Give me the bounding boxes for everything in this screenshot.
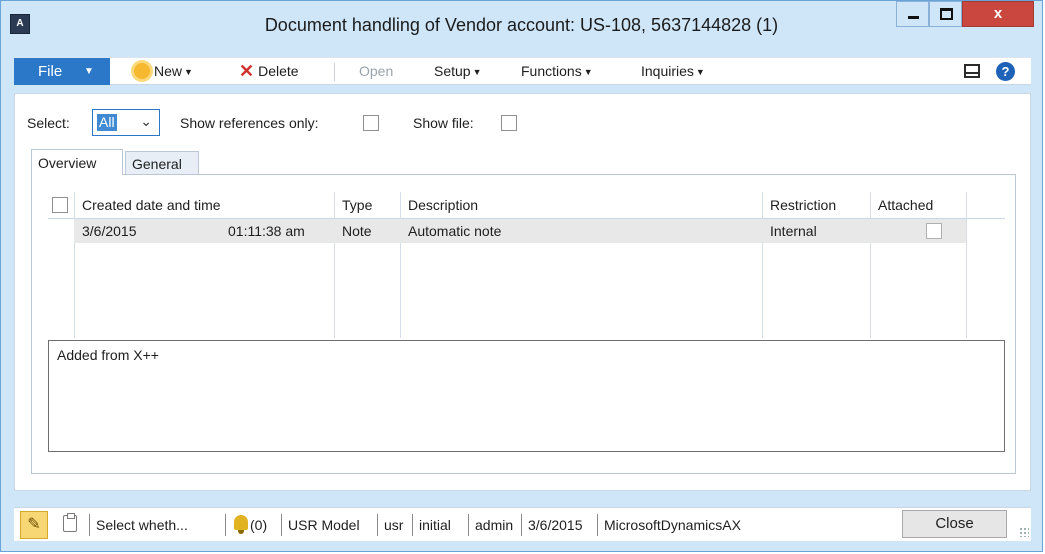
attached-checkbox[interactable]: [926, 223, 942, 239]
delete-button[interactable]: ✕ Delete: [239, 58, 299, 85]
show-references-label: Show references only:: [180, 115, 319, 131]
column-header-description[interactable]: Description: [400, 192, 762, 218]
column-header-attached[interactable]: Attached: [870, 192, 966, 218]
select-value: All: [97, 114, 117, 131]
cell-created-date: 3/6/2015: [82, 223, 137, 239]
show-file-checkbox[interactable]: [501, 115, 517, 131]
open-button[interactable]: Open: [359, 58, 393, 85]
action-pane: File ▼ New ▼ ✕ Delete Open Setup ▼ Function…: [14, 57, 1031, 85]
functions-label: Functions: [521, 63, 582, 79]
status-divider: [225, 514, 226, 536]
setup-menu[interactable]: Setup ▼: [434, 58, 482, 85]
attachment-icon[interactable]: [63, 513, 77, 532]
maximize-button[interactable]: [929, 1, 962, 27]
new-label: New: [154, 63, 183, 79]
show-file-label: Show file:: [413, 115, 474, 131]
grid-column-line: [400, 192, 401, 338]
setup-label: Setup: [434, 63, 471, 79]
bell-icon[interactable]: [234, 515, 248, 534]
column-header-type[interactable]: Type: [334, 192, 400, 218]
status-layer: USR Model: [288, 517, 360, 533]
status-company: admin: [475, 517, 514, 533]
window-title: Document handling of Vendor account: US-…: [264, 15, 779, 35]
delete-label: Delete: [258, 63, 299, 79]
new-icon: [134, 63, 150, 80]
chevron-down-icon: ▼: [184, 67, 193, 77]
documents-grid: Created date and time Type Description R…: [48, 192, 1005, 338]
status-date: 3/6/2015: [528, 517, 583, 533]
status-divider: [468, 514, 469, 536]
status-divider: [597, 514, 598, 536]
file-label: File: [38, 63, 63, 80]
chevron-down-icon: ▼: [84, 66, 94, 77]
grid-column-line: [870, 192, 871, 338]
column-header-created[interactable]: Created date and time: [74, 192, 334, 218]
overview-tab-body: Created date and time Type Description R…: [31, 174, 1016, 474]
status-divider: [412, 514, 413, 536]
edit-pencil-icon[interactable]: ✎: [20, 511, 48, 539]
close-button[interactable]: Close: [902, 510, 1007, 538]
content-panel: Select: All ⌄ Show references only: Show…: [14, 93, 1031, 491]
status-divider: [377, 514, 378, 536]
select-label: Select:: [27, 115, 70, 131]
dialog-window: A Document handling of Vendor account: U…: [0, 0, 1043, 552]
cell-created-time: 01:11:38 am: [228, 223, 305, 239]
functions-menu[interactable]: Functions ▼: [521, 58, 593, 85]
status-model: initial: [419, 517, 451, 533]
file-menu-button[interactable]: File ▼: [14, 58, 110, 85]
grid-column-line: [966, 192, 967, 338]
inquiries-label: Inquiries: [641, 63, 694, 79]
status-divider: [521, 514, 522, 536]
cell-restriction: Internal: [770, 223, 817, 239]
table-row[interactable]: 3/6/2015 01:11:38 am Note Automatic note…: [74, 219, 966, 243]
grid-column-line: [334, 192, 335, 338]
layout-icon[interactable]: [964, 64, 980, 78]
chevron-down-icon: ▼: [695, 67, 705, 77]
close-icon: x: [993, 5, 1003, 22]
help-icon[interactable]: ?: [996, 62, 1015, 81]
inquiries-menu[interactable]: Inquiries ▼: [641, 58, 705, 85]
status-app: MicrosoftDynamicsAX: [604, 517, 741, 533]
tab-general[interactable]: General: [125, 151, 199, 175]
notes-text: Added from X++: [57, 347, 159, 363]
status-user: usr: [384, 517, 404, 533]
close-window-button[interactable]: x: [962, 1, 1034, 27]
title-bar[interactable]: A Document handling of Vendor account: U…: [1, 1, 1042, 49]
column-header-restriction[interactable]: Restriction: [762, 192, 870, 218]
status-help-text: Select wheth...: [96, 517, 188, 533]
grid-column-line: [74, 192, 75, 338]
status-divider: [89, 514, 90, 536]
new-button[interactable]: New ▼: [134, 58, 193, 85]
cell-type: Note: [342, 223, 372, 239]
tab-overview[interactable]: Overview: [31, 149, 123, 175]
minimize-button[interactable]: [896, 1, 929, 27]
grid-header: Created date and time Type Description R…: [48, 192, 1005, 219]
status-divider: [281, 514, 282, 536]
select-all-checkbox[interactable]: [52, 197, 68, 213]
chevron-down-icon: ▼: [472, 67, 482, 77]
chevron-down-icon: ▼: [583, 67, 593, 77]
notes-textarea[interactable]: Added from X++: [48, 340, 1005, 452]
cell-description: Automatic note: [408, 223, 502, 239]
status-notifications[interactable]: (0): [250, 515, 267, 535]
select-dropdown[interactable]: All ⌄: [92, 109, 160, 136]
resize-grip-icon[interactable]: [1019, 527, 1029, 537]
grid-column-line: [762, 192, 763, 338]
toolbar-divider: [334, 63, 335, 81]
show-references-checkbox[interactable]: [363, 115, 379, 131]
chevron-down-icon: ⌄: [140, 113, 152, 129]
delete-icon: ✕: [239, 60, 255, 81]
